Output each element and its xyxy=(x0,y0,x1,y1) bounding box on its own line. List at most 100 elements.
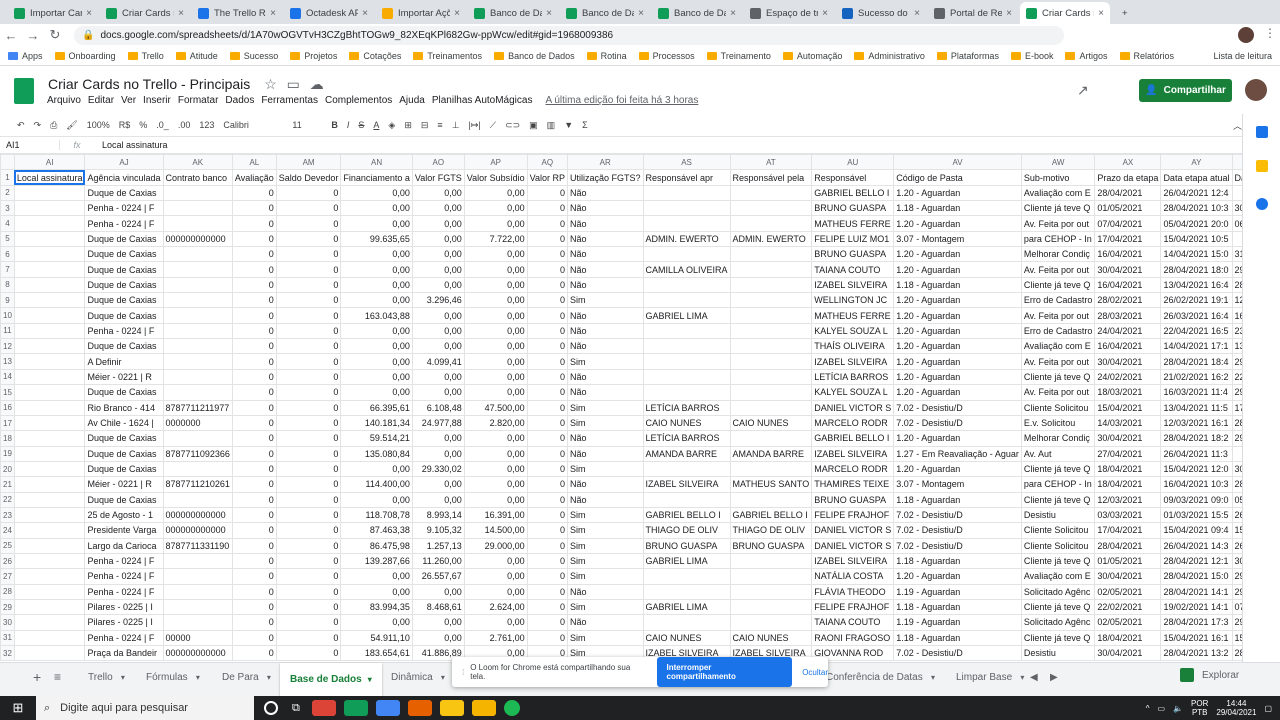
cell[interactable]: 99.635,65 xyxy=(340,230,413,248)
cell[interactable]: Duque de Caxias xyxy=(84,292,164,309)
cell[interactable]: 1.20 - Aguardan xyxy=(893,353,1022,370)
column-header[interactable]: AN xyxy=(340,154,413,171)
row-header[interactable]: 23 xyxy=(0,506,15,524)
tab-close-icon[interactable]: × xyxy=(542,8,552,19)
cell[interactable]: 16.391,00 xyxy=(463,506,528,524)
cell[interactable] xyxy=(13,261,86,278)
cell[interactable]: 0,00 xyxy=(463,384,528,401)
cell[interactable]: AMANDA BARRE xyxy=(642,445,731,462)
profile-avatar[interactable] xyxy=(1238,27,1254,43)
cell[interactable]: BRUNO GUASPA xyxy=(642,537,731,554)
cell[interactable]: BRUNO GUASPA xyxy=(811,200,895,217)
cell[interactable]: 30/04/2021 xyxy=(1094,644,1162,662)
task-view-icon[interactable]: ⧉ xyxy=(292,702,300,715)
cell[interactable]: 1.257,13 xyxy=(411,537,465,554)
cell[interactable]: 02/05/2021 xyxy=(1094,614,1162,631)
cell[interactable]: 28/04/2021 xyxy=(1094,537,1162,554)
row-header[interactable]: 12 xyxy=(0,338,15,355)
cell[interactable]: 2.624,00 xyxy=(463,598,528,616)
cell[interactable]: Penha - 0224 | F xyxy=(84,215,164,232)
cell[interactable] xyxy=(729,184,813,202)
cell[interactable]: 0 xyxy=(231,414,277,432)
cell[interactable]: ADMIN. EWERTO xyxy=(642,230,731,248)
row-header[interactable]: 3 xyxy=(0,200,15,217)
cell[interactable] xyxy=(162,338,233,355)
cell[interactable]: 59.514,21 xyxy=(340,430,413,447)
cell[interactable]: 15/04/202 xyxy=(1231,522,1242,539)
cell[interactable]: 14.500,00 xyxy=(463,522,528,539)
cell[interactable]: Av Chile - 1624 | xyxy=(84,414,164,432)
menu-item[interactable]: Formatar xyxy=(178,95,219,106)
cell[interactable]: 25 de Agosto - 1 xyxy=(84,506,164,524)
cell[interactable]: Cliente já teve Q xyxy=(1020,598,1096,616)
cell[interactable]: 8787711210261 xyxy=(162,476,233,493)
browser-tab[interactable]: Banco de Dad× xyxy=(560,2,650,24)
cell[interactable]: 1.18 - Aguardan xyxy=(893,276,1022,294)
cell[interactable]: 18/04/2021 xyxy=(1094,476,1162,493)
cell[interactable]: 30/04/2021 xyxy=(1094,430,1162,447)
cell[interactable]: WELLINGTON JC xyxy=(811,292,895,309)
cell[interactable] xyxy=(729,568,813,585)
cell[interactable]: 28/04/202 xyxy=(1231,414,1242,432)
cell[interactable] xyxy=(162,292,233,309)
row-header[interactable]: 19 xyxy=(0,445,15,462)
cell[interactable] xyxy=(162,261,233,278)
cell[interactable]: 12/03/2021 xyxy=(1094,491,1162,508)
last-edit-link[interactable]: A última edição foi feita há 3 horas xyxy=(545,95,698,106)
cell[interactable]: Praça da Bandeir xyxy=(84,644,164,662)
tab-close-icon[interactable]: × xyxy=(1094,8,1104,19)
column-header[interactable]: AP xyxy=(463,154,528,171)
cell[interactable] xyxy=(162,368,233,386)
cell[interactable]: 2.820,00 xyxy=(463,414,528,432)
cell[interactable]: 28/02/2021 xyxy=(1094,292,1162,309)
column-header[interactable]: AX xyxy=(1094,154,1162,171)
row-header[interactable]: 21 xyxy=(0,476,15,493)
cell[interactable]: Local assinatura xyxy=(13,169,86,186)
cell[interactable]: 0 xyxy=(526,614,568,631)
cell[interactable]: Sim xyxy=(566,506,644,524)
cell[interactable]: 0 xyxy=(231,522,277,539)
cell[interactable]: 0 xyxy=(275,644,342,662)
row-header[interactable]: 25 xyxy=(0,537,15,554)
cell[interactable]: 15/04/202 xyxy=(1231,629,1242,647)
cell[interactable]: 18/03/2021 xyxy=(1094,384,1162,401)
cell[interactable]: Não xyxy=(566,230,644,248)
cell[interactable]: ADMIN. EWERTO xyxy=(729,230,813,248)
bookmark-item[interactable]: E-book xyxy=(1010,51,1053,61)
cell[interactable]: GABRIEL LIMA xyxy=(642,552,731,570)
cell[interactable]: 0 xyxy=(275,629,342,647)
row-header[interactable]: 6 xyxy=(0,246,15,263)
cell[interactable]: Financiamento a xyxy=(340,169,413,186)
cell[interactable]: MARCELO RODR xyxy=(811,460,895,478)
row-header[interactable]: 28 xyxy=(0,583,15,600)
cell[interactable]: BRUNO GUASPA xyxy=(729,537,813,554)
cell[interactable]: IZABEL SILVEIRA xyxy=(811,276,895,294)
doc-title[interactable]: Criar Cards no Trello - Principais ☆ ▭ ☁ xyxy=(48,76,324,93)
cell[interactable]: Cliente já teve Q xyxy=(1020,460,1096,478)
cell[interactable]: 0 xyxy=(231,353,277,370)
bookmark-item[interactable]: Onboarding xyxy=(54,51,116,61)
cell[interactable]: 0,00 xyxy=(463,491,528,508)
cell[interactable]: Cliente já teve Q xyxy=(1020,200,1096,217)
row-header[interactable]: 14 xyxy=(0,368,15,386)
notifications-icon[interactable]: ▢ xyxy=(1264,704,1272,713)
cell[interactable]: Cliente já teve Q xyxy=(1020,368,1096,386)
cell[interactable]: Méier - 0221 | R xyxy=(84,368,164,386)
cell[interactable]: Duque de Caxias xyxy=(84,491,164,508)
bookmark-item[interactable]: Plataformas xyxy=(936,51,999,61)
cell[interactable]: 01/05/2021 xyxy=(1094,552,1162,570)
cell[interactable] xyxy=(13,491,86,508)
cell[interactable]: Não xyxy=(566,368,644,386)
cell[interactable]: 0,00 xyxy=(463,476,528,493)
cell[interactable]: THAÍS OLIVEIRA xyxy=(811,338,895,355)
column-header[interactable]: AI xyxy=(13,154,86,171)
cell[interactable]: Solicitado Agênc xyxy=(1020,583,1096,600)
cell[interactable]: 1.27 - Em Reavaliação - Aguar xyxy=(893,445,1022,462)
row-header[interactable]: 13 xyxy=(0,353,15,370)
cell[interactable]: 163.043,88 xyxy=(340,307,413,324)
cell[interactable]: 0 xyxy=(526,184,568,202)
new-tab-button[interactable]: + xyxy=(1116,2,1134,24)
cell[interactable] xyxy=(642,246,731,263)
cell[interactable]: 1.18 - Aguardan xyxy=(893,598,1022,616)
trend-icon[interactable]: ↗ xyxy=(1077,82,1089,99)
